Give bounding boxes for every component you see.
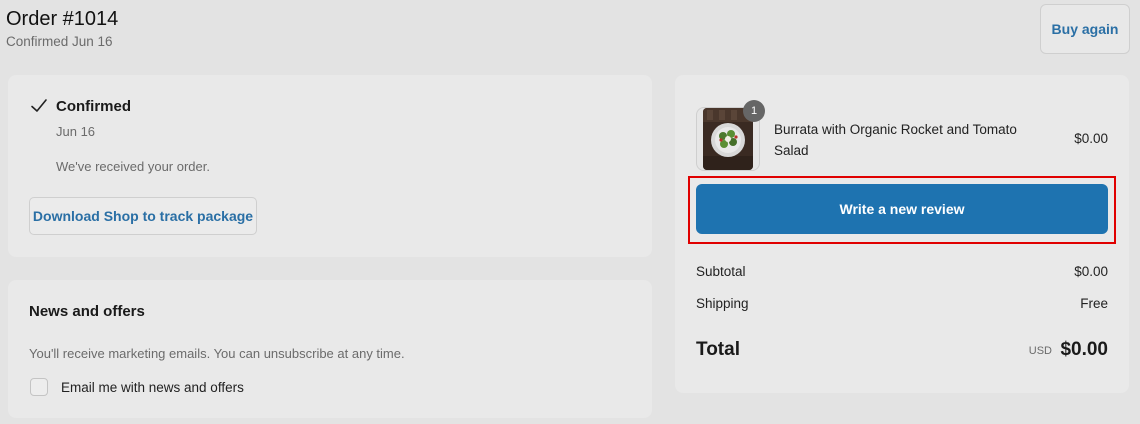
order-title: Order #1014: [6, 8, 119, 30]
email-news-checkbox[interactable]: [30, 378, 48, 396]
total-currency: USD: [1028, 345, 1052, 357]
news-title: News and offers: [29, 303, 145, 320]
total-label: Total: [696, 339, 740, 360]
shipping-value: Free: [1080, 296, 1108, 311]
check-icon: [31, 99, 47, 112]
product-price: $0.00: [1074, 131, 1108, 146]
order-summary-card: 1 Burrata with Organic Rocket and Tomato…: [675, 75, 1129, 393]
shipping-label: Shipping: [696, 296, 749, 311]
product-name: Burrata with Organic Rocket and Tomato S…: [774, 122, 1017, 158]
download-shop-button[interactable]: Download Shop to track package: [29, 197, 257, 235]
quantity-badge: 1: [743, 100, 765, 122]
news-description: You'll receive marketing emails. You can…: [29, 346, 405, 361]
email-news-checkbox-label[interactable]: Email me with news and offers: [61, 380, 244, 395]
status-title: Confirmed: [56, 98, 131, 115]
order-status-card: Confirmed Jun 16 We've received your ord…: [8, 75, 652, 257]
subtotal-value: $0.00: [1074, 264, 1108, 279]
status-date: Jun 16: [56, 124, 96, 139]
order-status-subtitle: Confirmed Jun 16: [6, 34, 113, 49]
write-review-button[interactable]: Write a new review: [696, 184, 1108, 234]
news-offers-card: News and offers You'll receive marketing…: [8, 280, 652, 418]
status-message: We've received your order.: [56, 159, 210, 174]
subtotal-label: Subtotal: [696, 264, 746, 279]
total-value: $0.00: [1060, 339, 1108, 360]
buy-again-button[interactable]: Buy again: [1040, 4, 1130, 54]
